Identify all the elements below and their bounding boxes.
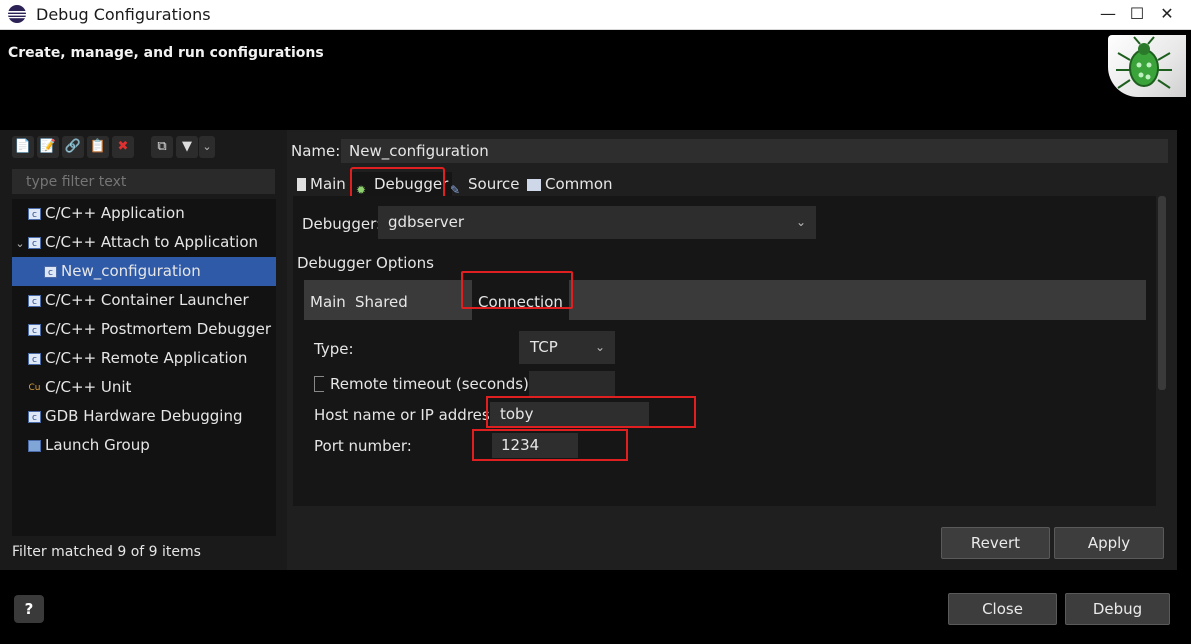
eclipse-logo-icon (8, 5, 26, 23)
remote-timeout-checkbox[interactable] (314, 376, 324, 392)
c-app-icon: c (28, 207, 41, 220)
host-label: Host name or IP address: (314, 406, 503, 424)
dialog-header (0, 30, 1191, 116)
close-button[interactable]: Close (948, 593, 1057, 625)
c-app-icon: c (28, 294, 41, 307)
tree-item-remote-application[interactable]: c C/C++ Remote Application (12, 344, 276, 373)
c-unit-icon: Cu (28, 382, 41, 393)
delete-icon[interactable]: ✖ (112, 136, 134, 158)
tab-source[interactable]: ✎ Source (450, 172, 520, 197)
tree-item-postmortem[interactable]: c C/C++ Postmortem Debugger (12, 315, 276, 344)
new-config-icon[interactable]: 📄 (12, 136, 34, 158)
chevron-down-icon[interactable]: ⌄ (12, 229, 28, 258)
c-app-icon: c (28, 410, 41, 423)
tree-item-c-attach[interactable]: ⌄ c C/C++ Attach to Application (12, 228, 276, 257)
name-label: Name: (291, 142, 341, 160)
host-highlight (486, 396, 696, 428)
tab-main[interactable]: Main (297, 172, 346, 196)
c-app-icon: c (28, 323, 41, 336)
debugger-tab-highlight (350, 167, 445, 199)
subtab-main[interactable]: Main (310, 280, 346, 320)
source-icon: ✎ (450, 183, 461, 197)
type-label: Type: (314, 340, 354, 358)
file-icon (297, 178, 306, 191)
common-icon (527, 178, 541, 191)
connection-tab-highlight (461, 271, 573, 309)
tree-item-new-configuration[interactable]: c New_configuration (12, 257, 276, 286)
tree-item-c-application[interactable]: c C/C++ Application (12, 199, 276, 228)
remote-timeout-input[interactable] (529, 371, 615, 396)
type-select[interactable]: TCP ⌄ (519, 331, 615, 364)
window-title: Debug Configurations (36, 5, 211, 24)
apply-button[interactable]: Apply (1054, 527, 1164, 559)
debugger-options-tabs: Main Shared Libraries Connection (304, 280, 1146, 320)
remote-timeout-label: Remote timeout (seconds): (330, 375, 534, 393)
c-app-icon: c (28, 236, 41, 249)
collapse-all-icon[interactable]: ⧉ (151, 136, 173, 158)
chevron-down-icon: ⌄ (594, 340, 605, 354)
tree-item-gdb-hardware[interactable]: c GDB Hardware Debugging (12, 402, 276, 431)
filter-icon[interactable]: ▼ (176, 136, 198, 158)
debugger-label: Debugger: (302, 215, 382, 233)
c-app-icon: c (28, 352, 41, 365)
debugger-options-label: Debugger Options (297, 254, 434, 272)
tree-item-container-launcher[interactable]: c C/C++ Container Launcher (12, 286, 276, 315)
dialog-subtitle: Create, manage, and run configurations (8, 45, 324, 61)
help-button[interactable]: ? (14, 595, 44, 623)
vertical-scrollbar[interactable] (1158, 196, 1166, 390)
subtab-shared-libraries[interactable]: Shared Libraries (355, 280, 466, 320)
chevron-down-icon: ⌄ (795, 215, 806, 229)
close-window-button[interactable]: ✕ (1155, 3, 1179, 25)
tree-item-c-unit[interactable]: Cu C/C++ Unit (12, 373, 276, 402)
maximize-button[interactable]: ☐ (1125, 3, 1149, 25)
port-highlight (472, 429, 628, 461)
new-prototype-icon[interactable]: 📝 (37, 136, 59, 158)
config-tree: c C/C++ Application ⌄ c C/C++ Attach to App… (12, 199, 276, 536)
launch-group-icon (28, 439, 41, 452)
debugger-tab-content (293, 196, 1156, 506)
port-label: Port number: (314, 437, 412, 455)
debugger-select[interactable]: gdbserver ⌄ (378, 206, 816, 239)
filter-status: Filter matched 9 of 9 items (12, 544, 201, 560)
debug-button[interactable]: Debug (1065, 593, 1170, 625)
chevron-down-icon[interactable]: ⌄ (199, 136, 215, 158)
tree-item-launch-group[interactable]: Launch Group (12, 431, 276, 460)
duplicate-icon[interactable]: 📋 (87, 136, 109, 158)
export-icon[interactable]: 🔗 (62, 136, 84, 158)
filter-input[interactable] (12, 169, 275, 194)
c-app-icon: c (44, 265, 57, 278)
minimize-button[interactable]: — (1096, 3, 1120, 25)
name-input[interactable]: New_configuration (341, 139, 1168, 163)
bug-banner-icon (1108, 35, 1186, 97)
tab-common[interactable]: Common (527, 172, 613, 196)
revert-button[interactable]: Revert (941, 527, 1050, 559)
